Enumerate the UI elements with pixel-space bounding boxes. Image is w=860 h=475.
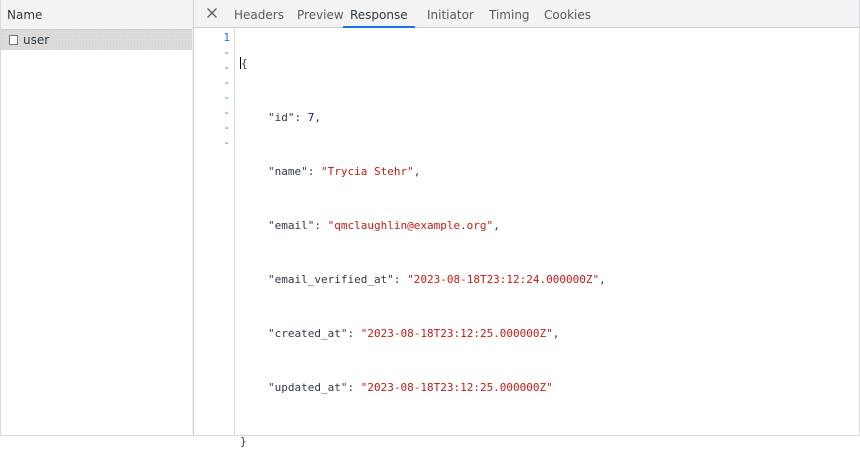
code-line: "updated_at": "2023-08-18T23:12:25.00000… [268,381,553,394]
code-line: "created_at": "2023-08-18T23:12:25.00000… [268,327,560,340]
request-list-panel: Name user [1,0,193,435]
code-line: } [240,434,606,449]
tab-preview[interactable]: Preview [297,0,344,27]
request-name: user [23,33,50,47]
json-response-body: { "id": 7, "name": "Trycia Stehr", "emai… [240,30,606,475]
line-marker: - [223,121,230,134]
line-marker: - [223,46,230,59]
line-marker: - [223,76,230,89]
json-key: "id" [268,111,295,124]
code-line: "id": 7, [268,111,321,124]
name-column-header[interactable]: Name [1,0,192,30]
tab-response[interactable]: Response [343,0,415,28]
open-brace: { [241,57,248,70]
close-icon[interactable] [204,5,220,21]
json-key: "updated_at" [268,381,348,394]
line-gutter: 1 - - - - - - - [194,28,235,435]
json-value: "2023-08-18T23:12:25.000000Z" [360,381,553,394]
json-value: "Trycia Stehr" [321,165,414,178]
tab-headers[interactable]: Headers [234,0,284,27]
request-details-panel: Headers Preview Response Initiator Timin… [194,0,859,448]
line-marker: - [223,61,230,74]
request-row-user[interactable]: user [1,30,192,50]
line-marker: - [223,136,230,149]
json-value: "qmclaughlin@example.org" [327,219,494,232]
tab-cookies[interactable]: Cookies [544,0,591,27]
json-value: "2023-08-18T23:12:24.000000Z" [407,273,600,286]
document-icon [9,35,18,45]
details-tabbar: Headers Preview Response Initiator Timin… [194,0,859,28]
tab-timing[interactable]: Timing [489,0,530,27]
json-key: "name" [268,165,308,178]
code-line: { [240,56,606,71]
tab-initiator[interactable]: Initiator [427,0,474,27]
code-line: "email": "qmclaughlin@example.org", [268,219,500,232]
json-key: "created_at" [268,327,348,340]
code-line: "email_verified_at": "2023-08-18T23:12:2… [268,273,606,286]
devtools-network-panel: Name user Headers Preview Response Initi… [0,0,860,448]
line-number: 1 [223,31,230,44]
line-marker: - [223,91,230,104]
json-key: "email" [268,219,315,232]
line-marker: - [223,106,230,119]
code-line: "name": "Trycia Stehr", [268,165,421,178]
json-key: "email_verified_at" [268,273,394,286]
json-value: "2023-08-18T23:12:25.000000Z" [360,327,553,340]
response-viewer[interactable]: 1 - - - - - - - { "id": 7, "name": "Tryc… [194,28,859,448]
